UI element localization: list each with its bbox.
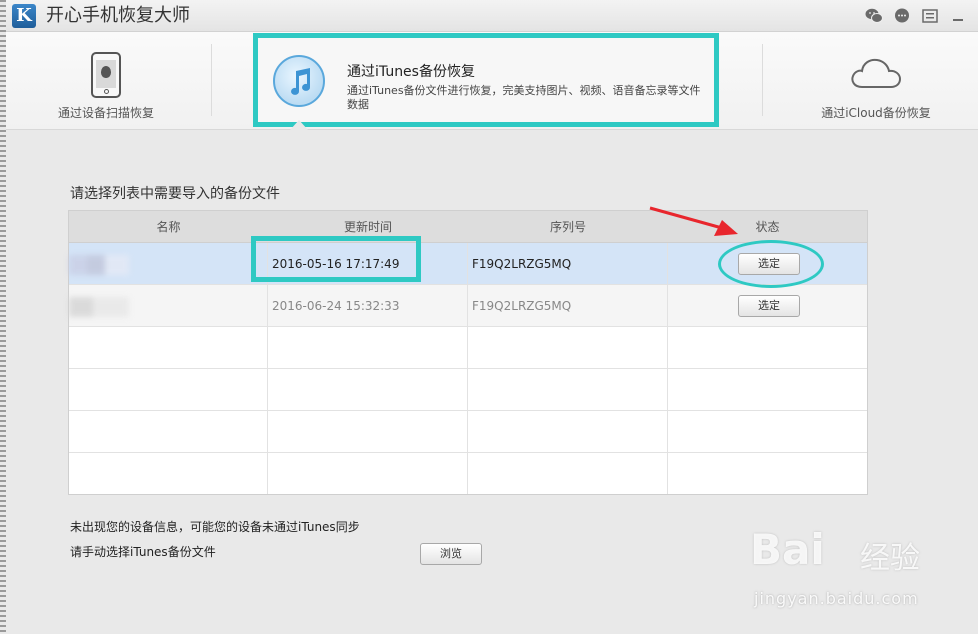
cell-name xyxy=(69,243,268,284)
select-button[interactable]: 选定 xyxy=(738,295,800,317)
section-title: 请选择列表中需要导入的备份文件 xyxy=(70,186,280,202)
manual-select-note: 请手动选择iTunes备份文件 xyxy=(70,545,216,559)
watermark-brand: Bai xyxy=(750,525,825,574)
tab-device-scan-label: 通过设备扫描恢复 xyxy=(57,106,154,120)
cell-time: 2016-06-24 15:32:33 xyxy=(268,285,468,326)
tab-icloud-backup[interactable]: 通过iCloud备份恢复 xyxy=(806,56,946,121)
annotation-red-arrow xyxy=(649,206,738,236)
tab-device-scan[interactable]: 通过设备扫描恢复 xyxy=(50,48,162,128)
device-not-found-note: 未出现您的设备信息，可能您的设备未通过iTunes同步 xyxy=(70,520,360,534)
baidu-watermark: Bai 经验 jingyan.baidu.com xyxy=(750,525,950,615)
watermark-brand-suffix: 经验 xyxy=(860,541,920,576)
table-row-empty xyxy=(69,327,867,369)
cell-status: 选定 xyxy=(668,243,867,284)
cloud-icon xyxy=(851,58,902,88)
title-bar: K 开心手机恢复大师 xyxy=(6,0,978,32)
app-title: 开心手机恢复大师 xyxy=(46,5,190,26)
tab-itunes-backup[interactable]: 通过iTunes备份恢复 通过iTunes备份文件进行恢复，完美支持图片、视频、… xyxy=(253,33,719,127)
menu-icon[interactable] xyxy=(920,6,940,26)
browse-button[interactable]: 浏览 xyxy=(420,543,482,565)
column-header-name: 名称 xyxy=(156,220,181,234)
toolbar-divider xyxy=(211,44,212,116)
blurred-device-name xyxy=(69,255,129,275)
select-button[interactable]: 选定 xyxy=(738,253,800,275)
wechat-icon[interactable] xyxy=(864,6,884,26)
app-logo: K xyxy=(12,4,36,28)
cell-time: 2016-05-16 17:17:49 xyxy=(268,243,468,284)
toolbar-divider xyxy=(762,44,763,116)
window-controls xyxy=(864,6,968,26)
itunes-music-icon xyxy=(273,55,325,107)
phone-icon xyxy=(91,52,121,98)
tab-itunes-description: 通过iTunes备份文件进行恢复，完美支持图片、视频、语音备忘录等文件数据 xyxy=(347,84,701,111)
table-row[interactable]: 2016-06-24 15:32:33 F19Q2LRZG5MQ 选定 xyxy=(69,285,867,327)
tab-itunes-title: 通过iTunes备份恢复 xyxy=(347,64,475,80)
blurred-device-name xyxy=(69,297,129,317)
table-row-empty xyxy=(69,453,867,494)
table-row[interactable]: 2016-05-16 17:17:49 F19Q2LRZG5MQ 选定 xyxy=(69,243,867,285)
table-row-empty xyxy=(69,411,867,453)
minimize-icon[interactable] xyxy=(948,6,968,26)
table-row-empty xyxy=(69,369,867,411)
cell-name xyxy=(69,285,268,326)
cell-serial: F19Q2LRZG5MQ xyxy=(468,243,668,284)
cell-status: 选定 xyxy=(668,285,867,326)
backup-table: 名称 更新时间 序列号 状态 2016-05-16 17:17:49 F19Q2… xyxy=(68,210,868,495)
column-header-serial: 序列号 xyxy=(549,220,586,234)
column-header-time: 更新时间 xyxy=(343,220,392,234)
chat-icon[interactable] xyxy=(892,6,912,26)
cell-serial: F19Q2LRZG5MQ xyxy=(468,285,668,326)
active-tab-pointer xyxy=(290,120,308,130)
watermark-url: jingyan.baidu.com xyxy=(754,589,919,608)
tab-icloud-label: 通过iCloud备份恢复 xyxy=(821,106,931,120)
recovery-mode-toolbar: 通过设备扫描恢复 通过iTunes备份恢复 通过iTunes备份文件进行恢复，完… xyxy=(6,32,978,130)
